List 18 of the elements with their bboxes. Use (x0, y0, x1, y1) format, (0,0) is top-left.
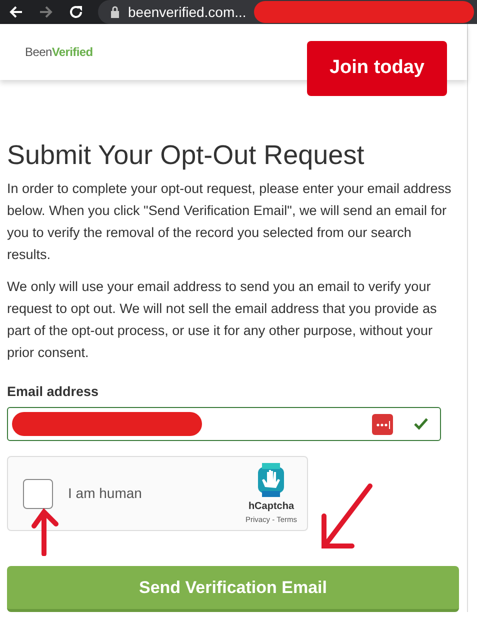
field-label: Email address (7, 383, 100, 401)
back-icon[interactable] (8, 4, 24, 20)
join-button[interactable]: Join today (307, 40, 447, 96)
logo[interactable]: BeenVerified (25, 43, 93, 61)
forward-icon[interactable] (38, 4, 54, 20)
captcha-brand: hCaptcha (248, 500, 294, 514)
password-manager-icon[interactable] (372, 414, 393, 435)
captcha-checkbox[interactable] (23, 478, 53, 509)
captcha-label: I am human (68, 484, 143, 504)
page-title: Submit Your Opt-Out Request (7, 139, 366, 172)
address-bar[interactable]: beenverified.com... (98, 0, 477, 24)
body-paragraph: We only will use your email address to send you an email to verify your request to opt out. We will not sell the email address that you provide as part of the opt-out process, or use it for any other purpose, without your prior consent. (7, 278, 438, 362)
url-text: beenverified.com... (128, 2, 246, 22)
email-field[interactable] (7, 407, 441, 442)
lock-icon (110, 6, 120, 18)
body-paragraph: In order to complete your opt-out request, please enter your email address below. When you click "Send Verification Email", we will send an email for you to verify the removal of the record you selected from our search results. (7, 180, 452, 264)
check-icon (414, 418, 428, 430)
reload-icon[interactable] (68, 4, 84, 20)
